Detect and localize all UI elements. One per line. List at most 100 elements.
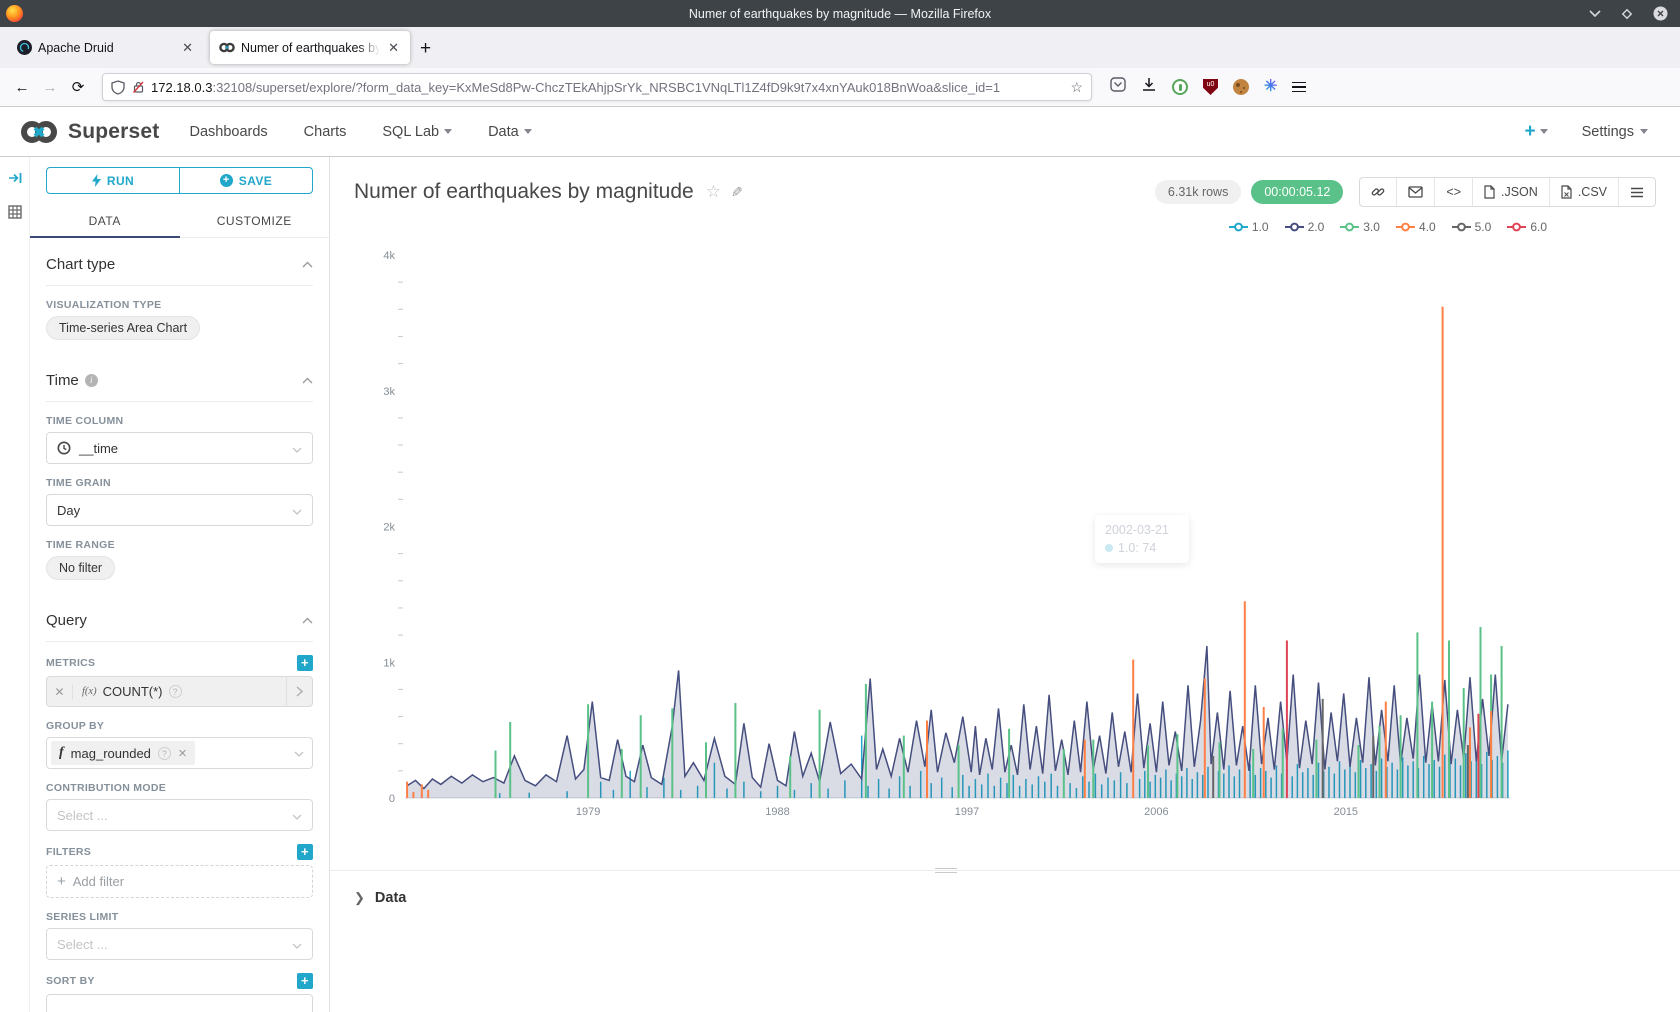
contribution-mode-select[interactable]: Select ...	[46, 799, 313, 831]
tab-label: Numer of earthquakes by magnitude	[241, 41, 380, 55]
reload-button[interactable]: ⟳	[64, 78, 92, 96]
insecure-lock-icon[interactable]	[132, 80, 145, 94]
copy-link-button[interactable]	[1360, 178, 1396, 206]
url-path: :32108/superset/explore/?form_data_key=K…	[212, 80, 1000, 95]
nav-charts[interactable]: Charts	[304, 124, 347, 140]
pocket-icon[interactable]	[1110, 77, 1126, 97]
row-count-badge: 6.31k rows	[1155, 180, 1241, 204]
superset-logo[interactable]: Superset	[18, 118, 159, 146]
side-icon-strip	[0, 157, 30, 1012]
export-json-button[interactable]: .JSON	[1472, 178, 1549, 206]
metrics-label: METRICS+	[46, 655, 313, 671]
save-button[interactable]: + SAVE	[179, 167, 313, 194]
chevron-up-icon	[302, 371, 313, 389]
superset-infinity-icon	[18, 118, 60, 146]
window-minimize-button[interactable]	[1589, 10, 1601, 18]
bookmark-star-icon[interactable]: ☆	[1070, 79, 1083, 96]
contribution-mode-label: CONTRIBUTION MODE	[46, 782, 313, 794]
control-panel: RUN + SAVE DATA CUSTOMIZE Chart type VIS…	[30, 157, 330, 1012]
group-by-select[interactable]: fmag_rounded?✕	[46, 737, 313, 769]
section-query[interactable]: Query	[46, 594, 313, 642]
timeseries-chart[interactable]: 01k2k3k4k19791988199720062015	[340, 225, 1630, 815]
nav-data[interactable]: Data	[488, 124, 532, 140]
collapse-panel-icon[interactable]	[8, 171, 22, 189]
url-text[interactable]: 172.18.0.3:32108/superset/explore/?form_…	[151, 80, 1070, 95]
dataset-grid-icon[interactable]	[8, 205, 22, 224]
nav-dashboards[interactable]: Dashboards	[189, 124, 267, 140]
nav-sql-lab[interactable]: SQL Lab	[382, 124, 452, 140]
remove-icon[interactable]: ✕	[178, 747, 187, 760]
export-csv-button[interactable]: .CSV	[1549, 178, 1618, 206]
section-chart-type[interactable]: Chart type	[46, 238, 313, 286]
svg-text:2006: 2006	[1144, 806, 1168, 815]
druid-favicon-icon	[17, 40, 32, 55]
more-menu-button[interactable]	[1618, 178, 1655, 206]
chevron-down-icon	[444, 129, 452, 134]
tab-close-icon[interactable]: ✕	[386, 39, 401, 56]
time-range-value[interactable]: No filter	[46, 556, 115, 580]
tab-apache-druid[interactable]: Apache Druid ✕	[8, 31, 204, 64]
data-results-panel[interactable]: ❯ Data	[354, 890, 406, 906]
extension-asterisk-icon[interactable]: ✳	[1264, 79, 1277, 95]
chevron-down-icon	[292, 503, 302, 518]
cookie-extension-icon[interactable]	[1233, 79, 1249, 95]
forward-button[interactable]: →	[36, 79, 64, 96]
extension-icon[interactable]	[1172, 79, 1188, 95]
new-tab-button[interactable]: +	[420, 38, 431, 60]
email-button[interactable]	[1396, 178, 1434, 206]
add-metric-button[interactable]: +	[297, 655, 313, 671]
info-icon: i	[85, 374, 98, 387]
new-item-button[interactable]: +	[1524, 121, 1547, 143]
run-button[interactable]: RUN	[46, 167, 180, 194]
svg-text:2k: 2k	[383, 522, 395, 534]
svg-text:0: 0	[389, 793, 395, 805]
back-button[interactable]: ←	[8, 79, 36, 96]
menu-icon[interactable]	[1292, 82, 1306, 93]
group-by-token[interactable]: fmag_rounded?✕	[51, 741, 195, 765]
settings-menu[interactable]: Settings	[1582, 124, 1648, 140]
downloads-icon[interactable]	[1141, 77, 1157, 97]
filters-label: FILTERS+	[46, 844, 313, 860]
embed-code-button[interactable]: <>	[1434, 178, 1472, 206]
chevron-right-icon[interactable]	[286, 677, 312, 706]
sort-by-select[interactable]	[46, 994, 313, 1012]
add-filter-dropzone[interactable]: +Add filter	[46, 865, 313, 898]
superset-favicon-icon	[219, 42, 235, 53]
svg-text:1997: 1997	[955, 806, 979, 815]
add-filter-button[interactable]: +	[297, 844, 313, 860]
tooltip-date: 2002-03-21	[1105, 523, 1179, 537]
time-column-select[interactable]: __time	[46, 432, 313, 464]
browser-toolbar: ← → ⟳ 172.18.0.3:32108/superset/explore/…	[0, 68, 1680, 107]
svg-text:1k: 1k	[383, 657, 395, 669]
chart-actions: <> .JSON .CSV	[1359, 177, 1656, 207]
add-sort-button[interactable]: +	[297, 973, 313, 989]
url-host: 172.18.0.3	[151, 80, 212, 95]
svg-text:3k: 3k	[383, 386, 395, 398]
svg-text:4k: 4k	[383, 250, 395, 262]
panel-splitter[interactable]	[330, 870, 1680, 871]
tab-earthquakes-chart[interactable]: Numer of earthquakes by magnitude ✕	[210, 31, 410, 64]
tab-label: Apache Druid	[38, 41, 174, 55]
chevron-down-icon	[1640, 129, 1648, 134]
favorite-star-icon[interactable]: ☆	[706, 182, 721, 202]
metric-count[interactable]: ✕ f(x)COUNT(*)?	[46, 676, 313, 707]
svg-text:1988: 1988	[765, 806, 789, 815]
tab-close-icon[interactable]: ✕	[180, 39, 195, 56]
time-grain-select[interactable]: Day	[46, 494, 313, 526]
time-grain-label: TIME GRAIN	[46, 477, 313, 489]
window-close-button[interactable]	[1653, 6, 1668, 21]
tab-data[interactable]: DATA	[30, 204, 180, 237]
ublock-icon[interactable]	[1203, 79, 1218, 95]
series-limit-select[interactable]: Select ...	[46, 928, 313, 960]
url-bar[interactable]: 172.18.0.3:32108/superset/explore/?form_…	[102, 73, 1092, 101]
section-time[interactable]: Timei	[46, 354, 313, 402]
remove-icon[interactable]: ✕	[47, 685, 73, 699]
window-maximize-button[interactable]	[1621, 8, 1633, 20]
visualization-type-value[interactable]: Time-series Area Chart	[46, 316, 200, 340]
window-title: Numer of earthquakes by magnitude — Mozi…	[0, 7, 1680, 21]
tab-customize[interactable]: CUSTOMIZE	[180, 204, 330, 237]
shield-icon[interactable]	[111, 80, 125, 95]
edit-title-icon[interactable]: ✎	[731, 184, 743, 201]
bolt-icon	[92, 174, 101, 187]
resize-grip[interactable]	[935, 865, 957, 876]
